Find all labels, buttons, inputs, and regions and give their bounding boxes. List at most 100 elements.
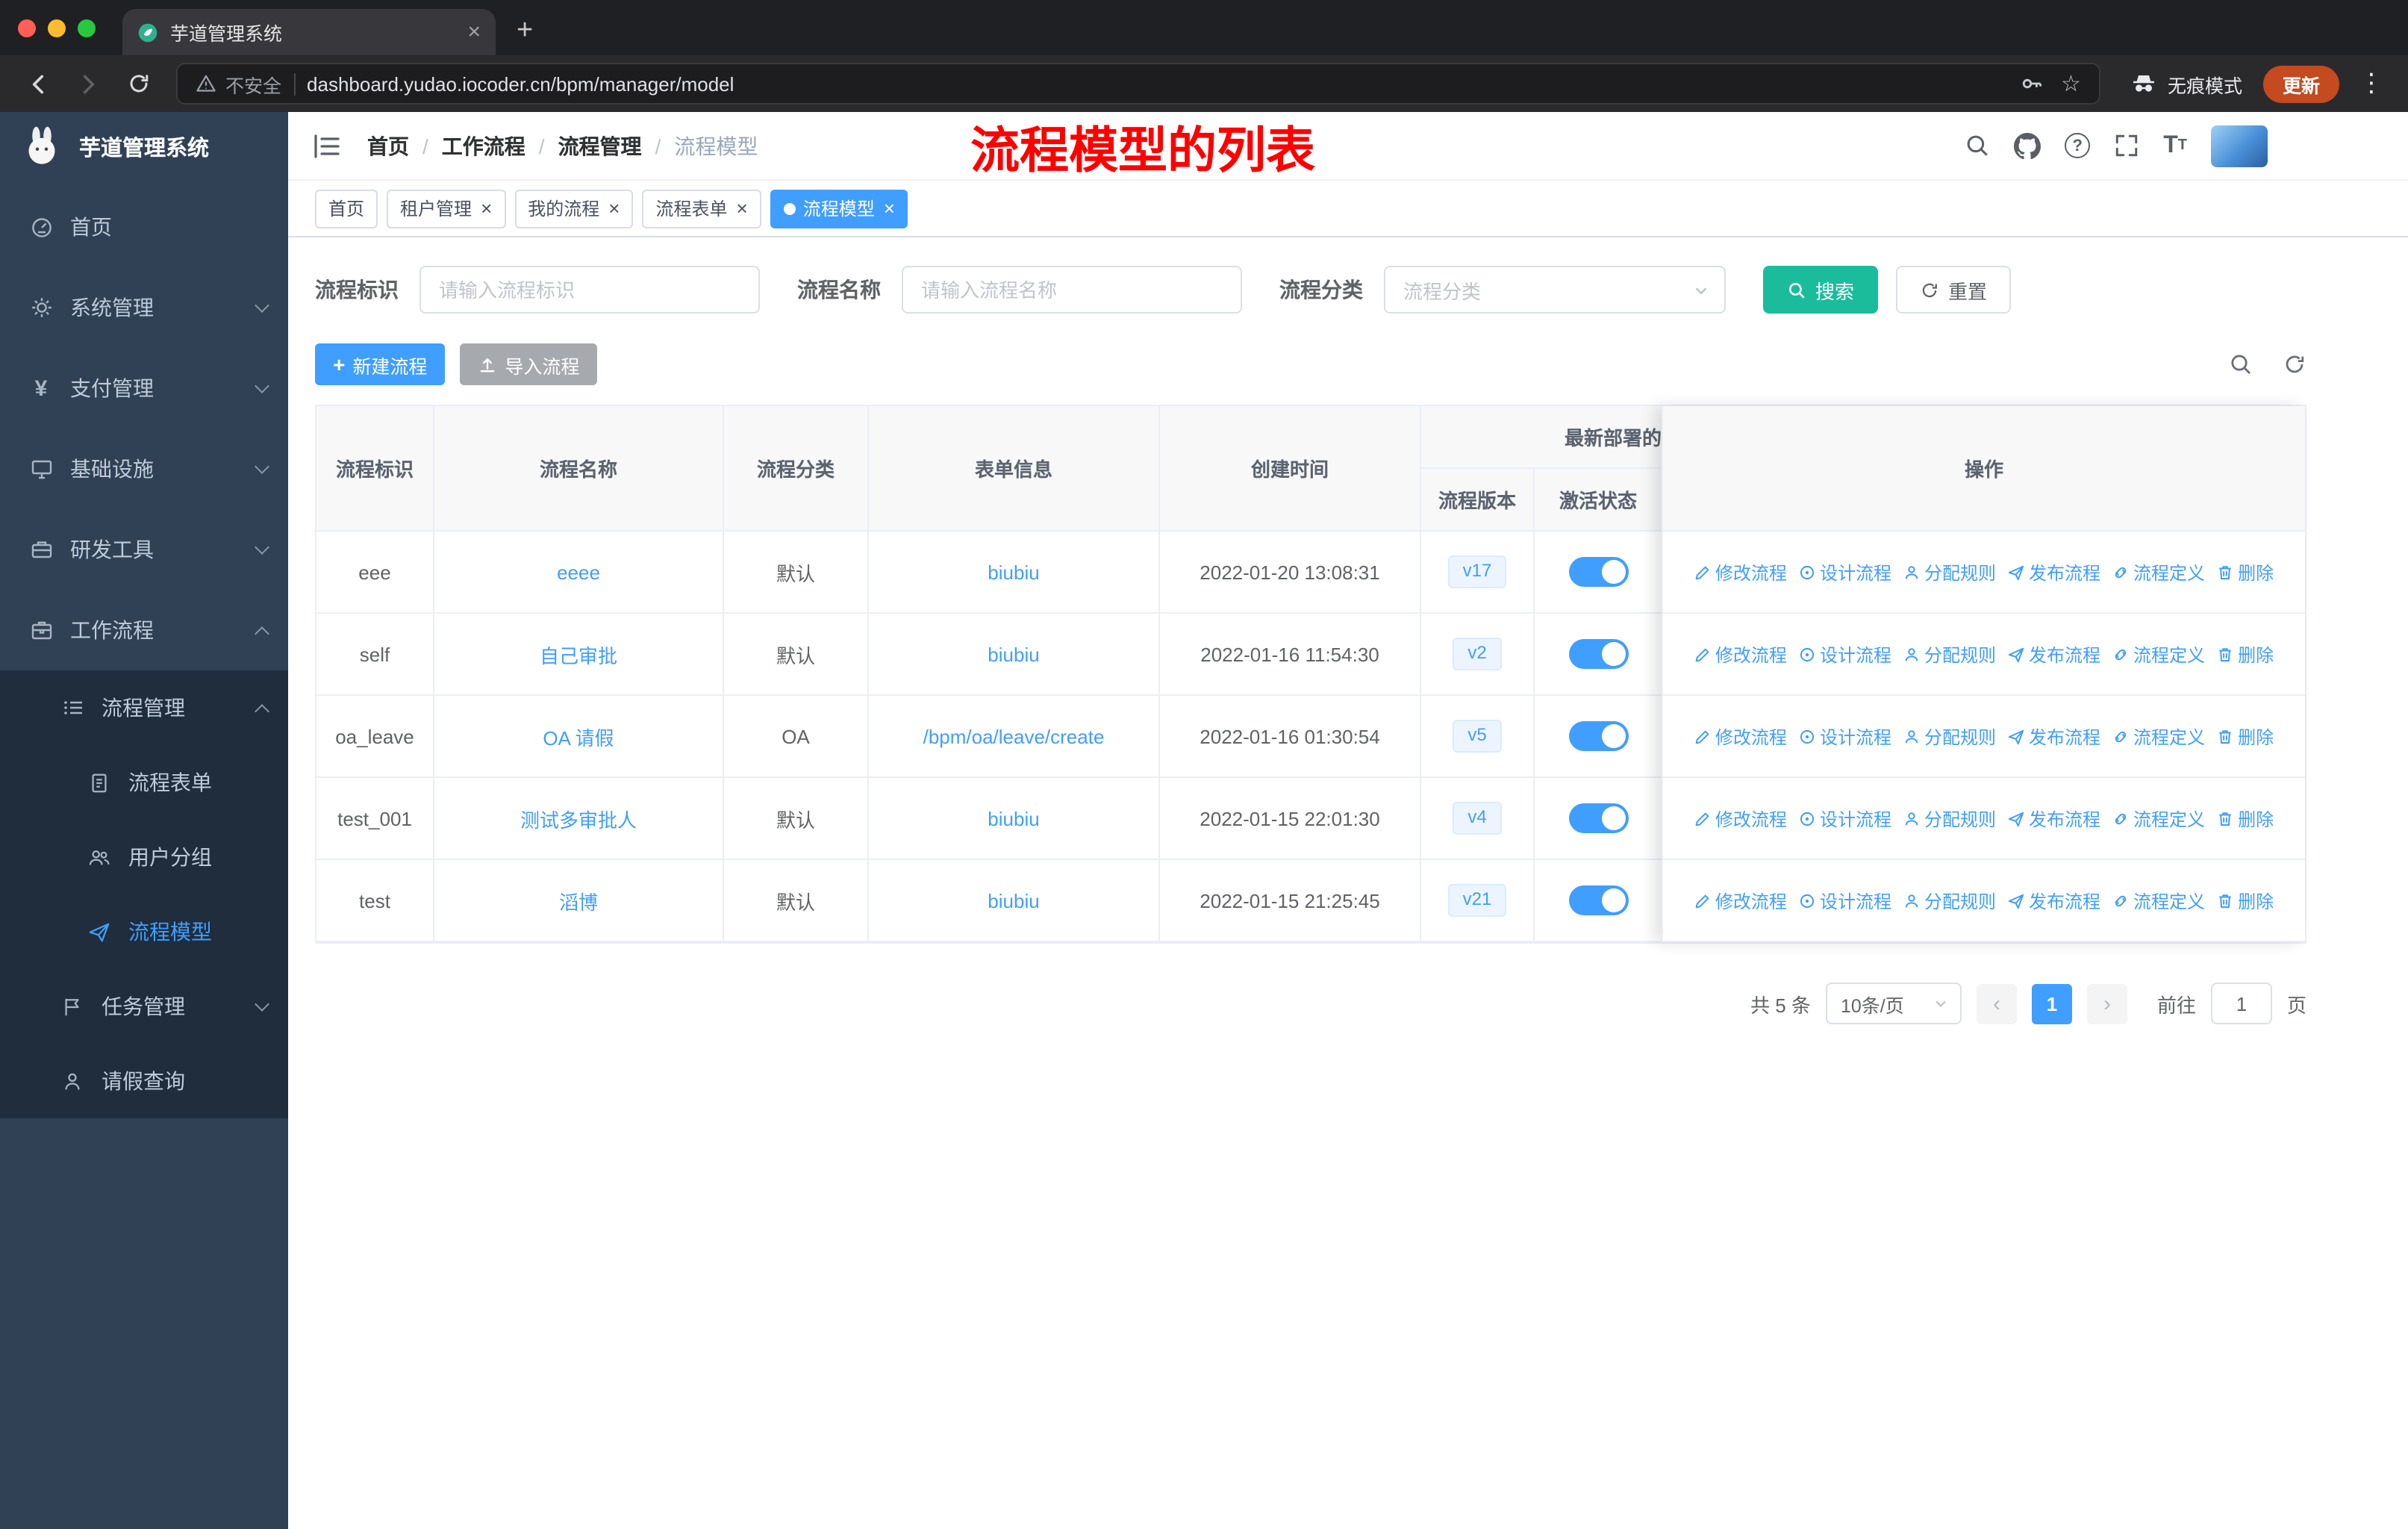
- prev-page-button[interactable]: ‹: [1976, 983, 2017, 1024]
- sidebar-item-process-mgmt[interactable]: 流程管理: [0, 670, 288, 745]
- new-tab-button[interactable]: +: [517, 15, 533, 48]
- search-icon[interactable]: [1965, 133, 1990, 158]
- action-assign-link[interactable]: 分配规则: [1903, 641, 1996, 667]
- view-tab[interactable]: 首页: [315, 189, 378, 228]
- action-definition-link[interactable]: 流程定义: [2112, 559, 2205, 585]
- app-logo[interactable]: 芋道管理系统: [0, 112, 288, 181]
- view-tab[interactable]: 流程表单 ×: [642, 189, 761, 228]
- next-page-button[interactable]: ›: [2086, 983, 2127, 1024]
- activation-toggle[interactable]: [1568, 639, 1628, 669]
- sidebar-item-workflow[interactable]: 工作流程: [0, 590, 288, 670]
- breadcrumb-item[interactable]: 工作流程: [442, 131, 525, 161]
- process-name-input[interactable]: [902, 266, 1242, 314]
- reset-button[interactable]: 重置: [1896, 266, 2012, 314]
- breadcrumb-item[interactable]: 首页: [367, 131, 409, 161]
- import-process-button[interactable]: 导入流程: [460, 343, 598, 385]
- macos-zoom-button[interactable]: [78, 19, 96, 37]
- github-icon[interactable]: [2014, 132, 2042, 159]
- search-button[interactable]: 搜索: [1763, 266, 1879, 314]
- action-assign-link[interactable]: 分配规则: [1903, 723, 1996, 749]
- action-publish-link[interactable]: 发布流程: [2008, 723, 2100, 749]
- action-delete-link[interactable]: 删除: [2217, 559, 2274, 585]
- bookmark-star-icon[interactable]: ☆: [2061, 70, 2081, 97]
- process-name-link[interactable]: OA 请假: [543, 722, 614, 750]
- action-edit-link[interactable]: 修改流程: [1694, 888, 1787, 913]
- page-number-1[interactable]: 1: [2031, 983, 2072, 1024]
- form-info-link[interactable]: biubiu: [988, 561, 1039, 583]
- action-publish-link[interactable]: 发布流程: [2008, 806, 2100, 831]
- page-size-select[interactable]: 10条/页: [1825, 983, 1962, 1024]
- tab-close-icon[interactable]: ×: [467, 21, 481, 43]
- action-edit-link[interactable]: 修改流程: [1694, 723, 1787, 749]
- close-icon[interactable]: ×: [608, 199, 620, 218]
- browser-tab[interactable]: 芋道管理系统 ×: [122, 9, 496, 55]
- action-edit-link[interactable]: 修改流程: [1694, 641, 1787, 667]
- action-delete-link[interactable]: 删除: [2217, 888, 2274, 913]
- action-publish-link[interactable]: 发布流程: [2008, 888, 2100, 913]
- font-size-icon[interactable]: TT: [2163, 133, 2187, 158]
- form-info-link[interactable]: /bpm/oa/leave/create: [923, 725, 1105, 747]
- close-icon[interactable]: ×: [884, 199, 895, 218]
- action-assign-link[interactable]: 分配规则: [1903, 559, 1996, 585]
- action-edit-link[interactable]: 修改流程: [1694, 806, 1787, 831]
- toggle-search-icon[interactable]: [2229, 352, 2253, 376]
- help-icon[interactable]: ?: [2065, 133, 2091, 158]
- activation-toggle[interactable]: [1568, 557, 1628, 587]
- activation-toggle[interactable]: [1568, 803, 1628, 833]
- sidebar-item-task-mgmt[interactable]: 任务管理: [0, 969, 288, 1044]
- process-name-link[interactable]: 滔博: [559, 886, 598, 915]
- view-tab[interactable]: 我的流程 ×: [514, 189, 634, 228]
- process-name-link[interactable]: eeee: [557, 561, 600, 583]
- process-name-link[interactable]: 测试多审批人: [520, 804, 637, 832]
- browser-menu-icon[interactable]: ⋮: [2359, 69, 2384, 99]
- reload-button[interactable]: [116, 63, 161, 105]
- form-info-link[interactable]: biubiu: [988, 807, 1039, 829]
- activation-toggle[interactable]: [1568, 721, 1628, 751]
- process-key-input[interactable]: [419, 266, 760, 314]
- action-definition-link[interactable]: 流程定义: [2112, 888, 2205, 913]
- forward-button[interactable]: [66, 63, 110, 105]
- close-icon[interactable]: ×: [481, 199, 492, 218]
- sidebar-item-system[interactable]: 系统管理: [0, 267, 288, 348]
- view-tab[interactable]: 流程模型 ×: [770, 189, 908, 228]
- macos-minimize-button[interactable]: [48, 19, 66, 37]
- process-name-link[interactable]: 自己审批: [540, 640, 617, 668]
- action-design-link[interactable]: 设计流程: [1799, 888, 1891, 913]
- goto-page-input[interactable]: [2210, 983, 2272, 1024]
- breadcrumb-item[interactable]: 流程管理: [558, 131, 642, 161]
- action-assign-link[interactable]: 分配规则: [1903, 888, 1996, 913]
- action-publish-link[interactable]: 发布流程: [2008, 641, 2100, 667]
- action-assign-link[interactable]: 分配规则: [1903, 806, 1996, 831]
- sidebar-item-devtools[interactable]: 研发工具: [0, 509, 288, 590]
- action-delete-link[interactable]: 删除: [2217, 723, 2274, 749]
- action-design-link[interactable]: 设计流程: [1799, 806, 1891, 831]
- password-key-icon[interactable]: [2019, 72, 2043, 96]
- action-design-link[interactable]: 设计流程: [1799, 641, 1891, 667]
- category-select[interactable]: 流程分类: [1384, 266, 1726, 314]
- security-warning[interactable]: 不安全: [196, 69, 281, 98]
- sidebar-item-process-model[interactable]: 流程模型: [0, 894, 288, 969]
- sidebar-item-infrastructure[interactable]: 基础设施: [0, 429, 288, 509]
- action-publish-link[interactable]: 发布流程: [2008, 559, 2100, 585]
- action-definition-link[interactable]: 流程定义: [2112, 806, 2205, 831]
- action-definition-link[interactable]: 流程定义: [2112, 641, 2205, 667]
- back-button[interactable]: [15, 63, 60, 105]
- action-edit-link[interactable]: 修改流程: [1694, 559, 1787, 585]
- action-definition-link[interactable]: 流程定义: [2112, 723, 2205, 749]
- form-info-link[interactable]: biubiu: [988, 643, 1039, 665]
- update-button[interactable]: 更新: [2262, 65, 2339, 102]
- action-design-link[interactable]: 设计流程: [1799, 559, 1891, 585]
- action-delete-link[interactable]: 删除: [2217, 641, 2274, 667]
- macos-close-button[interactable]: [18, 19, 36, 37]
- refresh-table-icon[interactable]: [2283, 352, 2306, 376]
- action-design-link[interactable]: 设计流程: [1799, 723, 1891, 749]
- sidebar-item-user-group[interactable]: 用户分组: [0, 820, 288, 894]
- activation-toggle[interactable]: [1568, 885, 1628, 915]
- fullscreen-icon[interactable]: [2114, 133, 2139, 158]
- address-bar[interactable]: 不安全 dashboard.yudao.iocoder.cn/bpm/manag…: [176, 63, 2100, 105]
- action-delete-link[interactable]: 删除: [2217, 806, 2274, 831]
- user-avatar[interactable]: [2211, 125, 2268, 166]
- sidebar-collapse-icon[interactable]: [312, 132, 342, 159]
- form-info-link[interactable]: biubiu: [988, 889, 1039, 912]
- url-text[interactable]: dashboard.yudao.iocoder.cn/bpm/manager/m…: [307, 72, 2007, 95]
